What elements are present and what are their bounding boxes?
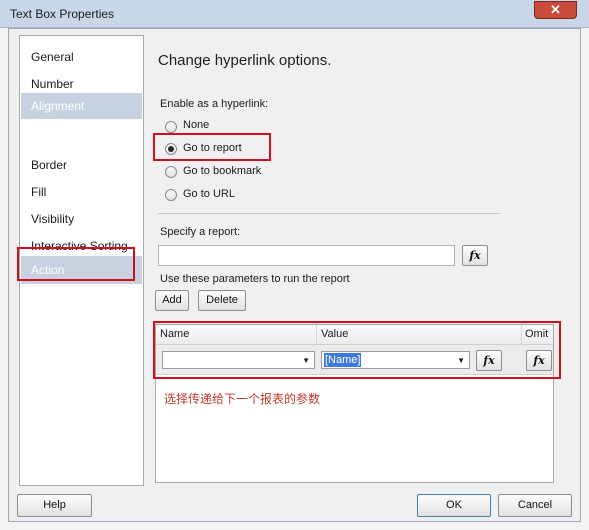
annotation-note: 选择传递给下一个报表的参数 (164, 392, 321, 406)
sidebar-item-visibility[interactable]: Visibility (21, 207, 142, 231)
cancel-button[interactable]: Cancel (498, 494, 572, 517)
sidebar-item-general[interactable]: General (21, 45, 142, 69)
window-title: Text Box Properties (10, 7, 115, 21)
close-button[interactable]: ✕ (534, 1, 577, 19)
radio-none[interactable] (165, 121, 177, 133)
radio-go-to-url-label[interactable]: Go to URL (183, 188, 235, 200)
add-button[interactable]: Add (155, 290, 189, 311)
go-to-report-highlight-box (153, 133, 271, 161)
sidebar-item-fill[interactable]: Fill (21, 180, 142, 204)
close-icon: ✕ (550, 2, 561, 17)
radio-go-to-bookmark[interactable] (165, 166, 177, 178)
report-input[interactable] (158, 245, 455, 266)
dialog-body: General Number Alignment Border Fill Vis… (8, 28, 581, 522)
action-highlight-box (17, 247, 135, 281)
specify-report-label: Specify a report: (160, 226, 241, 238)
sidebar-item-alignment[interactable]: Alignment (21, 93, 142, 119)
help-button[interactable]: Help (17, 494, 92, 517)
enable-hyperlink-label: Enable as a hyperlink: (160, 98, 269, 110)
delete-button[interactable]: Delete (198, 290, 246, 311)
report-expression-button[interactable]: fx (462, 245, 488, 266)
page-title: Change hyperlink options. (158, 52, 332, 69)
parameters-label: Use these parameters to run the report (160, 273, 350, 285)
title-bar: Text Box Properties ✕ (0, 0, 589, 28)
divider (158, 213, 500, 214)
radio-go-to-url[interactable] (165, 189, 177, 201)
radio-go-to-bookmark-label[interactable]: Go to bookmark (183, 165, 261, 177)
ok-button[interactable]: OK (417, 494, 491, 517)
sidebar-item-border[interactable]: Border (21, 153, 142, 177)
grid-highlight-box (153, 321, 561, 379)
radio-none-label[interactable]: None (183, 119, 209, 131)
